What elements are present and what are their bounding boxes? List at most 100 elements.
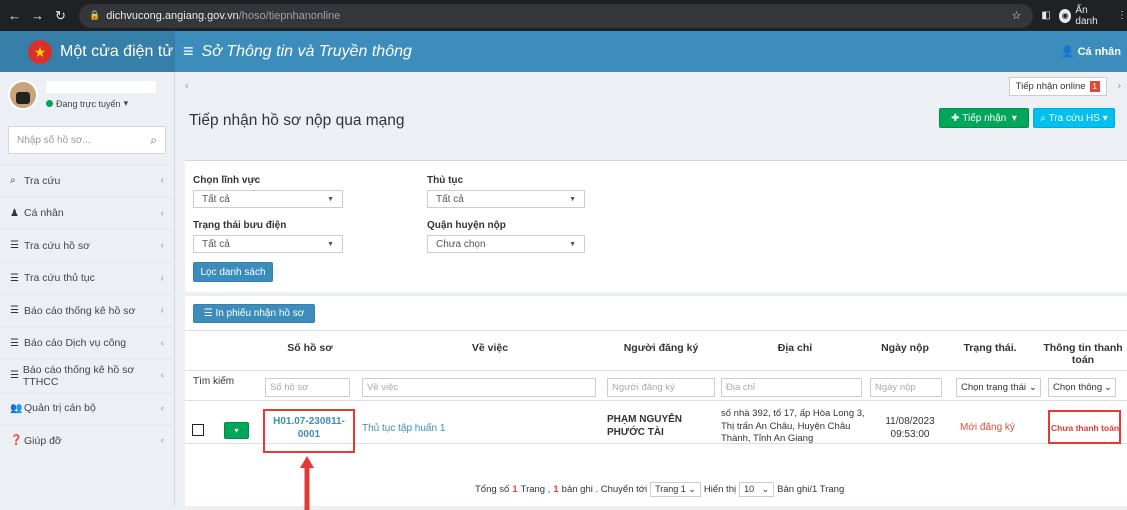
sidebar-item[interactable]: ♟ Cá nhân ‹	[0, 196, 174, 230]
receive-label: Tiếp nhận	[962, 112, 1007, 124]
pagination: Tổng số 1 Trang , 1 bản ghi . Chuyển tới…	[475, 482, 844, 497]
brand-label: Một cửa điện tử	[60, 42, 174, 60]
forward-icon[interactable]: →	[29, 8, 46, 23]
row-subject-link[interactable]: Thủ tục tập huấn 1	[362, 423, 445, 434]
col-header-date: Ngày nộp	[881, 342, 929, 354]
sidebar-item[interactable]: ☰ Báo cáo Dịch vụ công ‹	[0, 326, 174, 360]
sidebar-item[interactable]: 👥 Quản trị cán bộ ‹	[0, 391, 174, 425]
filter-subject-input[interactable]: Về việc	[362, 378, 596, 397]
sidebar-search-input[interactable]: Nhập số hồ sơ... ⌕	[8, 126, 166, 154]
incognito-icon: ◉	[1058, 8, 1072, 23]
filter-date-input[interactable]: Ngày nộp	[870, 378, 942, 397]
online-status[interactable]: Đang trực tuyến ▾	[46, 98, 156, 109]
row-address: số nhà 392, tổ 17, ấp Hòa Long 3, Thị tr…	[721, 408, 865, 444]
chevron-down-icon: ⌄	[761, 484, 770, 494]
field-select[interactable]: Tất cả ▼	[193, 190, 343, 208]
tabs-left-arrow-icon[interactable]: ‹	[185, 80, 189, 92]
status-filter-value: Chọn trạng thái	[961, 382, 1026, 393]
tabs-right-arrow-icon[interactable]: ›	[1117, 80, 1121, 92]
avatar	[8, 80, 38, 110]
row-time: 09:53:00	[890, 429, 930, 440]
sidebar-item[interactable]: ☰ Tra cứu thủ tục ‹	[0, 261, 174, 295]
chevron-down-icon: ⌄	[1104, 382, 1112, 393]
chevron-left-icon: ‹	[160, 305, 164, 317]
filter-code-input[interactable]: Số hồ sơ	[265, 378, 350, 397]
sidepanel-icon[interactable]: ◧	[1041, 10, 1050, 21]
payment-filter-value: Chọn thông	[1053, 382, 1103, 393]
post-status-value: Tất cả	[202, 238, 230, 250]
caret-down-icon: ▼	[569, 195, 576, 203]
district-select[interactable]: Chưa chọn ▼	[427, 235, 585, 253]
sidebar-item-label: Tra cứu hồ sơ	[24, 239, 91, 252]
pager-mid1: Trang ,	[520, 484, 551, 495]
field-label: Chọn lĩnh vực	[193, 175, 261, 186]
filter-list-button[interactable]: Lọc danh sách	[193, 262, 273, 282]
user-menu[interactable]: 👤 Cá nhân	[1061, 45, 1121, 58]
records-panel: ☰ In phiếu nhận hồ sơ	[185, 296, 1127, 506]
filter-address-input[interactable]: Địa chỉ	[721, 378, 862, 397]
reload-icon[interactable]: ↻	[52, 8, 69, 24]
page-title: Tiếp nhận hồ sơ nộp qua mạng	[189, 112, 405, 129]
brand[interactable]: ★ Một cửa điện tử	[0, 31, 175, 72]
filter-registrant-input[interactable]: Người đăng ký	[607, 378, 715, 397]
menu-toggle-icon[interactable]: ≡	[183, 41, 194, 62]
lookup-label: Tra cứu HS	[1048, 112, 1100, 124]
print-receipt-label: In phiếu nhận hồ sơ	[215, 308, 305, 319]
browser-toolbar: ← → ↻ 🔒 dichvucong.angiang.gov.vn/hoso/t…	[0, 0, 1127, 31]
user-profile: Đang trực tuyến ▾	[0, 72, 174, 118]
more-menu-icon[interactable]: ⋮	[1117, 10, 1127, 21]
caret-down-icon: ▾	[1102, 112, 1108, 124]
bookmark-star-icon[interactable]: ☆	[1011, 9, 1021, 22]
sidebar-item[interactable]: ☰ Báo cáo thống kê hồ sơ ‹	[0, 294, 174, 327]
page-select[interactable]: Trang 1 ⌄	[650, 482, 701, 497]
sidebar-item[interactable]: ⌕ Tra cứu ‹	[0, 164, 174, 197]
col-header-status: Trạng thái.	[963, 342, 1017, 354]
procedure-label: Thủ tục	[427, 175, 464, 186]
plus-icon: ✚	[951, 112, 963, 124]
filter-payment-select[interactable]: Chọn thông ⌄	[1048, 378, 1116, 397]
sidebar: Đang trực tuyến ▾ Nhập số hồ sơ... ⌕ ⌕ Tr…	[0, 72, 175, 506]
row-registrant: PHẠM NGUYỄN PHƯỚC TÀI	[607, 414, 683, 438]
procedure-select[interactable]: Tất cả ▼	[427, 190, 585, 208]
sidebar-item[interactable]: ❓ Giúp đỡ ‹	[0, 424, 174, 457]
sidebar-item[interactable]: ☰ Báo cáo thống kê hồ sơ TTHCC ‹	[0, 359, 174, 392]
row-status: Mới đăng ký	[960, 422, 1015, 433]
incognito-label: Ẩn danh	[1075, 4, 1098, 27]
back-icon[interactable]: ←	[6, 8, 23, 23]
search-row-label: Tìm kiếm	[193, 376, 235, 387]
row-code-link[interactable]: H01.07-230811-0001	[267, 415, 351, 441]
pager-prefix: Tổng số	[475, 484, 510, 495]
filter-panel: Chọn lĩnh vực Tất cả ▼ Thủ tục Tất cả ▼ Tr…	[185, 160, 1127, 292]
incognito-indicator[interactable]: ◉ Ẩn danh	[1058, 4, 1109, 27]
chevron-left-icon: ‹	[160, 435, 164, 447]
sidebar-item-label: Tra cứu thủ tục	[24, 272, 95, 285]
filter-status-select[interactable]: Chọn trạng thái ⌄	[956, 378, 1041, 397]
chevron-left-icon: ‹	[160, 272, 164, 284]
col-header-registrant: Người đăng ký	[623, 342, 699, 354]
sidebar-item-label: Báo cáo thống kê hồ sơ	[24, 304, 136, 317]
url-host: dichvucong.angiang.gov.vn	[106, 9, 239, 22]
tab-online-receive[interactable]: Tiếp nhận online 1	[1008, 76, 1107, 96]
per-page-select[interactable]: 10 ⌄	[739, 482, 775, 497]
col-header-code: Số hồ sơ	[287, 342, 333, 354]
row-action-dropdown[interactable]: ▾	[224, 422, 249, 439]
chevron-left-icon: ‹	[160, 402, 164, 414]
row-checkbox[interactable]	[192, 424, 204, 436]
user-icon: ♟	[10, 207, 19, 219]
tabs-bar: ‹ Tiếp nhận online 1 ›	[175, 72, 1127, 100]
search-icon[interactable]: ⌕	[150, 133, 157, 148]
online-dot-icon	[46, 100, 53, 107]
address-bar[interactable]: 🔒 dichvucong.angiang.gov.vn/hoso/tiepnha…	[79, 3, 1034, 28]
sidebar-item[interactable]: ☰ Tra cứu hồ sơ ‹	[0, 229, 174, 262]
pager-mid2: bản ghi . Chuyển tới	[561, 484, 648, 495]
pager-show-label: Hiển thị	[703, 484, 737, 495]
tab-online-label: Tiếp nhận online	[1015, 80, 1086, 92]
caret-down-icon: ▼	[327, 195, 334, 203]
post-status-select[interactable]: Tất cả ▼	[193, 235, 343, 253]
list-icon: ☰	[10, 240, 19, 252]
procedure-select-value: Tất cả	[436, 193, 464, 205]
receive-button[interactable]: ✚ Tiếp nhận ▾	[939, 108, 1029, 128]
lookup-button[interactable]: ⌕ Tra cứu HS ▾	[1033, 108, 1115, 128]
sidebar-search-placeholder: Nhập số hồ sơ...	[17, 134, 91, 146]
print-receipt-button[interactable]: ☰ In phiếu nhận hồ sơ	[193, 304, 315, 323]
